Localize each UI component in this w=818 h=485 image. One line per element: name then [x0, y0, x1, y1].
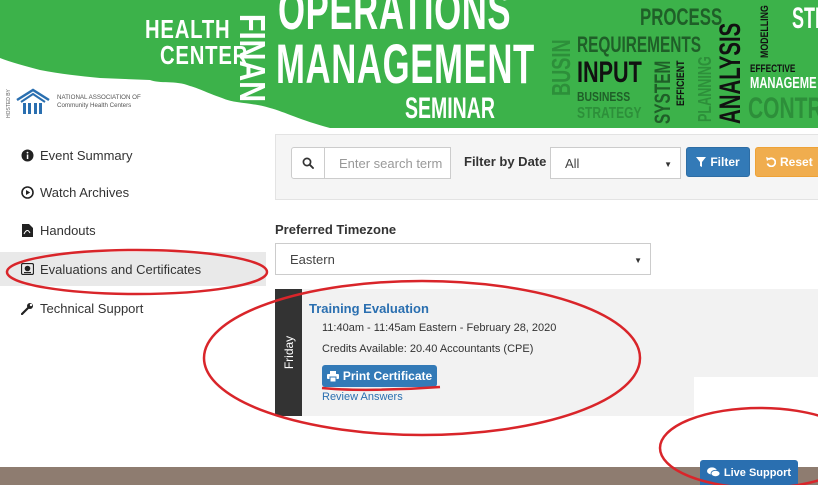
banner-seminar-text: SEMINAR: [405, 92, 495, 125]
wc-busin: BUSIN: [546, 39, 576, 96]
wc-input: INPUT: [577, 56, 642, 89]
event-title[interactable]: Training Evaluation: [309, 301, 429, 316]
wc-strategy: STRATEGY: [577, 105, 642, 122]
search-icon: [302, 157, 314, 169]
wrench-icon: [20, 301, 34, 315]
wc-analysis: ANALYSIS: [714, 22, 747, 124]
sidebar-item-watch-archives[interactable]: Watch Archives: [0, 175, 266, 209]
printer-icon: [326, 370, 339, 382]
sidebar-item-label: Technical Support: [40, 300, 144, 316]
day-tab: Friday: [275, 289, 302, 416]
sidebar-item-technical-support[interactable]: Technical Support: [0, 291, 266, 325]
sidebar-item-event-summary[interactable]: Event Summary: [0, 138, 266, 172]
card-blank-area: [694, 377, 818, 416]
live-support-label: Live Support: [723, 466, 792, 479]
print-certificate-label: Print Certificate: [342, 369, 433, 383]
wc-process: PROCESS: [640, 4, 723, 31]
sidebar-item-evaluations-and-certificates[interactable]: Evaluations and Certificates: [0, 252, 266, 286]
nachc-logo-text: NATIONAL ASSOCIATION OF Community Health…: [57, 94, 141, 110]
date-filter-value: All: [565, 155, 580, 171]
event-credits: Credits Available: 20.40 Accountants (CP…: [322, 343, 534, 355]
wc-requirements: REQUIREMENTS: [577, 32, 702, 57]
chat-bubbles-icon: [706, 467, 720, 478]
timezone-select[interactable]: Eastern ▼: [275, 243, 651, 275]
chevron-down-icon: ▼: [664, 160, 672, 169]
timezone-value: Eastern: [290, 251, 335, 267]
org-line-2: Community Health Centers: [57, 102, 132, 109]
banner-health-text: HEALTH: [145, 14, 231, 44]
search-input[interactable]: [324, 147, 451, 179]
event-time: 11:40am - 11:45am Eastern - February 28,…: [322, 322, 557, 334]
footer-bar: [0, 467, 818, 485]
play-circle-icon: [20, 185, 34, 199]
chevron-down-icon: ▼: [634, 256, 642, 265]
print-certificate-button[interactable]: Print Certificate: [322, 365, 437, 387]
certificate-icon: [20, 262, 34, 276]
sidebar-item-label: Event Summary: [40, 147, 133, 163]
sidebar-item-handouts[interactable]: Handouts: [0, 213, 266, 247]
wc-system: SYSTEM: [650, 60, 675, 124]
sidebar-item-label: Evaluations and Certificates: [40, 261, 202, 277]
timezone-label: Preferred Timezone: [275, 222, 397, 237]
live-support-button[interactable]: Live Support: [700, 460, 798, 485]
hosted-by-text: HOSTED BY: [6, 89, 12, 118]
house-logo-icon: [16, 88, 50, 114]
file-pdf-icon: [20, 223, 34, 237]
header-banner: HEALTH CENTER FINAN OPERATIONS MANAGEMEN…: [0, 0, 818, 128]
banner-management-text: MANAGEMENT: [276, 32, 535, 95]
banner-finan-text: FINAN: [232, 14, 273, 102]
funnel-icon: [696, 157, 707, 167]
wc-planning: PLANNING: [695, 56, 715, 123]
event-card: Friday Training Evaluation 11:40am - 11:…: [275, 289, 818, 416]
wc-manage: MANAGEME: [750, 75, 817, 92]
search-button[interactable]: [291, 147, 325, 179]
filter-button[interactable]: Filter: [686, 147, 750, 177]
wc-effective: EFFECTIVE: [750, 63, 796, 75]
wc-modelling: MODELLING: [759, 5, 771, 58]
wc-contr: CONTR: [748, 92, 818, 125]
day-label: Friday: [281, 335, 296, 370]
wc-strat: STRAT: [792, 2, 818, 35]
reset-button-label: Reset: [780, 155, 813, 169]
sidebar-item-label: Watch Archives: [40, 184, 130, 200]
org-line-1: NATIONAL ASSOCIATION OF: [57, 94, 141, 102]
search-panel: Filter by Date All ▼ Filter Reset: [275, 134, 818, 200]
filter-button-label: Filter: [710, 155, 740, 169]
reset-button[interactable]: Reset: [755, 147, 818, 177]
review-answers-link[interactable]: Review Answers: [322, 391, 403, 403]
wc-efficient: EFFICIENT: [675, 60, 687, 106]
filter-by-date-label: Filter by Date: [464, 154, 547, 169]
info-circle-icon: [20, 148, 34, 162]
undo-icon: [766, 157, 776, 167]
nachc-logo: NATIONAL ASSOCIATION OF Community Health…: [15, 82, 175, 122]
date-filter-select[interactable]: All ▼: [550, 147, 681, 179]
wc-business: BUSINESS: [577, 89, 631, 104]
sidebar-item-label: Handouts: [40, 222, 96, 238]
